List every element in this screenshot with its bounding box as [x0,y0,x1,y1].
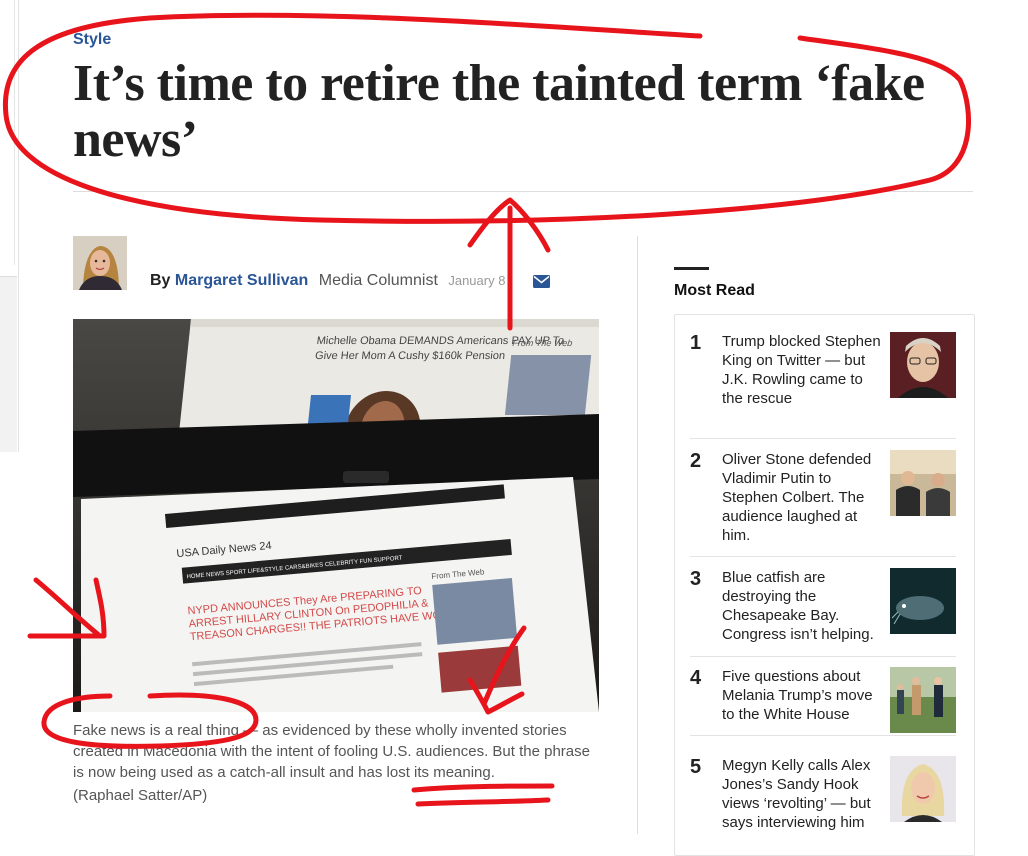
top-headline-line2: Give Her Mom A Cushy $160k Pension [314,350,505,362]
most-read-headline[interactable]: Five questions about Melania Trump’s mov… [722,667,882,724]
most-read-item-2[interactable]: 2 Oliver Stone defended Vladimir Putin t… [690,450,956,557]
most-read-headline[interactable]: Oliver Stone defended Vladimir Putin to … [722,450,882,545]
blue-catfish-photo[interactable] [890,568,956,634]
top-screen-sidebar-label: From The Web [512,338,573,348]
annotation-underline-2 [415,797,551,807]
most-read-rank: 1 [690,332,702,354]
most-read-title: Most Read [674,282,755,299]
author-avatar[interactable] [73,236,127,290]
column-divider [637,236,638,834]
most-read-rank: 5 [690,756,702,778]
most-read-accent-bar [674,267,709,270]
most-read-item-5[interactable]: 5 Megyn Kelly calls Alex Jones’s Sandy H… [690,756,956,834]
oliver-stone-putin-photo[interactable] [890,450,956,516]
most-read-rank: 4 [690,667,702,689]
author-role: Media Columnist [318,272,438,289]
most-read-item-4[interactable]: 4 Five questions about Melania Trump’s m… [690,667,956,736]
megyn-kelly-photo[interactable] [890,756,956,822]
photo-caption: Fake news is a real thing — as evidenced… [73,722,590,781]
left-page-edge [0,0,19,452]
most-read-headline[interactable]: Blue catfish are destroying the Chesapea… [722,568,882,644]
annotation-arrow-up [467,197,551,331]
most-read-item-1[interactable]: 1 Trump blocked Stephen King on Twitter … [690,332,956,439]
annotation-underline-1 [411,783,555,793]
most-read-headline[interactable]: Trump blocked Stephen King on Twitter — … [722,332,882,408]
most-read-rank: 3 [690,568,702,590]
email-icon[interactable] [533,275,550,288]
stephen-king-photo[interactable] [890,332,956,398]
melania-trump-photo[interactable] [890,667,956,733]
photo-credit: (Raphael Satter/AP) [73,787,208,804]
section-kicker[interactable]: Style [73,31,111,49]
publish-date: January 8 [448,273,506,288]
most-read-headline[interactable]: Megyn Kelly calls Alex Jones’s Sandy Hoo… [722,756,882,832]
author-link[interactable]: Margaret Sullivan [175,272,308,289]
article-headline: It’s time to retire the tainted term ‘fa… [73,55,925,168]
byline: By Margaret Sullivan Media Columnist Jan… [150,272,505,290]
article-photo: Michelle Obama DEMANDS Americans PAY UP … [73,319,599,712]
most-read-rank: 2 [690,450,702,472]
byline-by: By [150,272,171,289]
most-read-item-3[interactable]: 3 Blue catfish are destroying the Chesap… [690,568,956,657]
headline-divider [73,191,973,192]
left-edge-bar [0,0,15,265]
left-edge-tab [0,276,17,452]
